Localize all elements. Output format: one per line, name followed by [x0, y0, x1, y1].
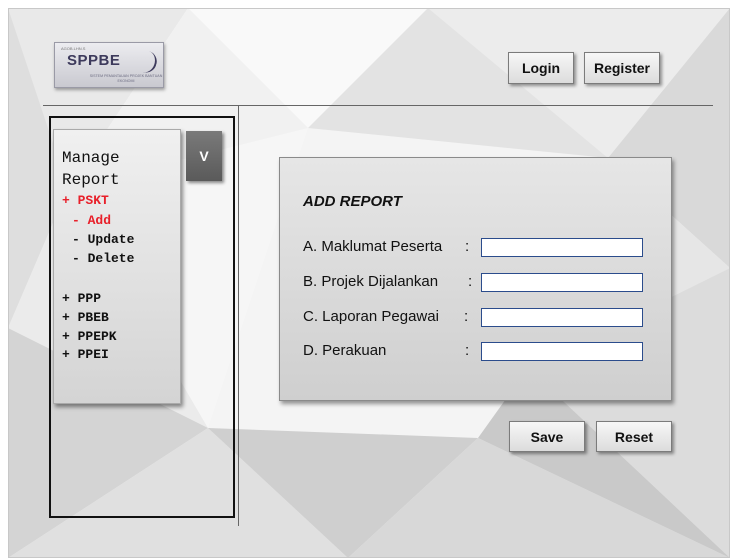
register-button[interactable]: Register: [584, 52, 660, 84]
sidebar-item-add[interactable]: - Add: [72, 213, 111, 228]
sidebar-item-pbeb[interactable]: + PBEB: [62, 310, 109, 325]
logo-small-text: AGOB.LHN.S: [61, 46, 86, 51]
sidebar-title-manage: Manage: [62, 149, 120, 167]
field-label-projek-dijalankan: B. Projek Dijalankan: [303, 273, 439, 290]
save-button[interactable]: Save: [509, 421, 585, 452]
sidebar-item-delete[interactable]: - Delete: [72, 251, 134, 266]
sidebar-divider: [238, 106, 239, 526]
logo-text: SPPBE: [67, 52, 121, 69]
field-colon: :: [465, 238, 470, 255]
header-divider: [43, 105, 713, 106]
sidebar-menu: Manage Report + PSKT - Add - Update - De…: [53, 129, 181, 404]
laporan-pegawai-input[interactable]: [481, 308, 643, 327]
perakuan-input[interactable]: [481, 342, 643, 361]
sidebar-toggle-button[interactable]: V: [186, 131, 222, 181]
sidebar-item-update[interactable]: - Update: [72, 232, 134, 247]
sidebar-item-ppp[interactable]: + PPP: [62, 291, 101, 306]
field-label-maklumat-peserta: A. Maklumat Peserta: [303, 238, 443, 255]
field-colon: :: [464, 308, 469, 325]
field-label-laporan-pegawai: C. Laporan Pegawai: [303, 308, 439, 325]
field-label-perakuan: D. Perakuan: [303, 342, 387, 359]
sidebar-title-report: Report: [62, 171, 120, 189]
logo-arc-icon: [122, 44, 160, 76]
sidebar-item-pskt[interactable]: + PSKT: [62, 193, 109, 208]
reset-button[interactable]: Reset: [596, 421, 672, 452]
field-colon: :: [465, 342, 470, 359]
login-button[interactable]: Login: [508, 52, 574, 84]
sppbe-logo: AGOB.LHN.S SPPBE SISTEM PEMANTAUAN PROJE…: [54, 42, 164, 88]
projek-dijalankan-input[interactable]: [481, 273, 643, 292]
sidebar-item-ppepk[interactable]: + PPEPK: [62, 329, 117, 344]
field-colon: :: [468, 273, 473, 290]
maklumat-peserta-input[interactable]: [481, 238, 643, 257]
form-title: ADD REPORT: [303, 193, 402, 210]
sidebar-item-ppei[interactable]: + PPEI: [62, 347, 109, 362]
logo-subtext: SISTEM PEMANTAUAN PROJEK BANTUAN EKONOMI: [89, 74, 163, 83]
